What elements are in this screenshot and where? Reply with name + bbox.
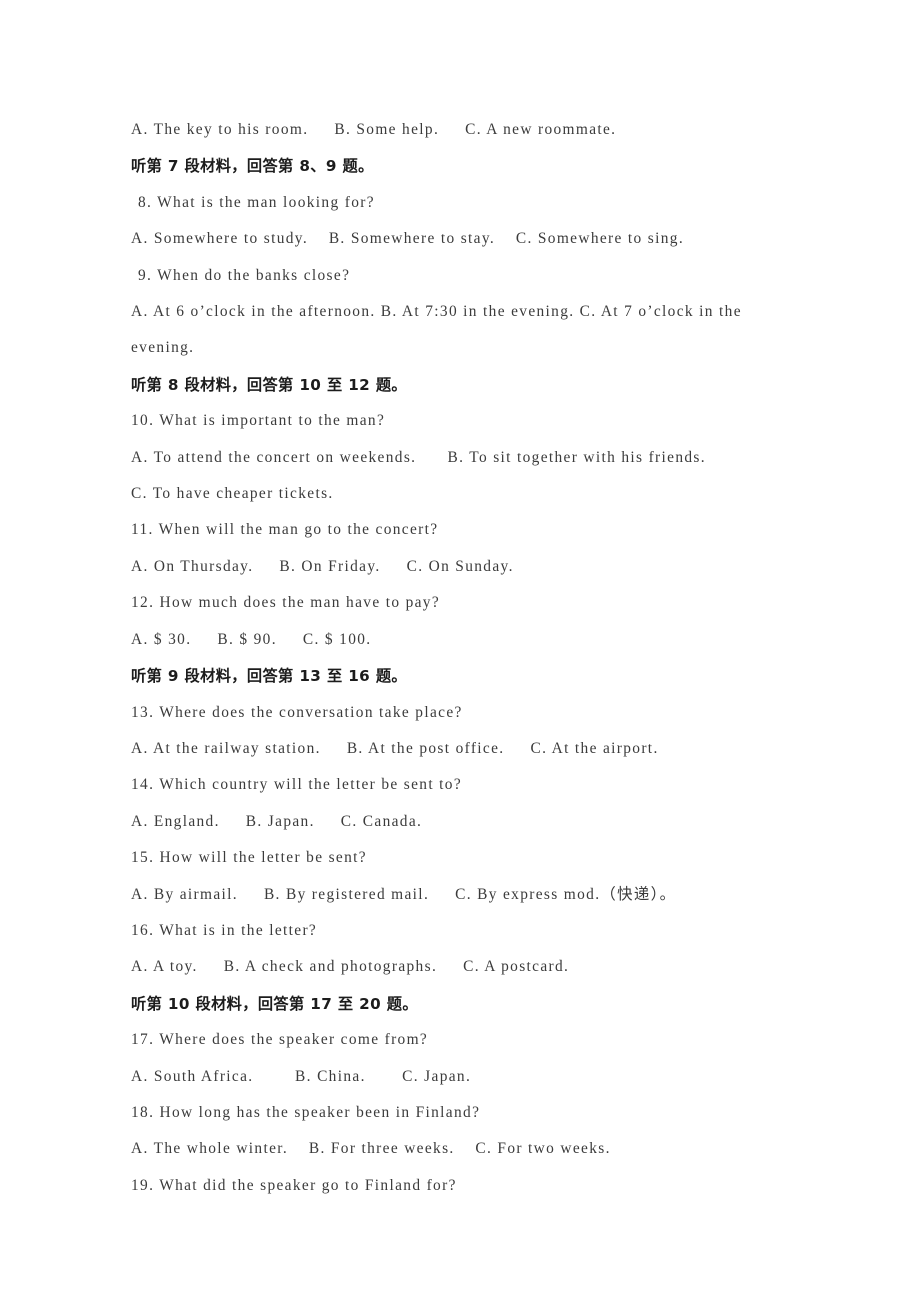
document-page: A. The key to his room. B. Some help. C.… (0, 0, 920, 1302)
answer-options-line: A. On Thursday. B. On Friday. C. On Sund… (131, 557, 514, 575)
exam-body: A. The key to his room. B. Some help. C.… (131, 112, 799, 1204)
answer-options-line: A. South Africa. B. China. C. Japan. (131, 1067, 472, 1085)
question-stem: 19. What did the speaker go to Finland f… (131, 1176, 457, 1194)
question-stem: 14. Which country will the letter be sen… (131, 776, 463, 794)
question-stem: 17. Where does the speaker come from? (131, 1031, 429, 1049)
question-stem: 9. When do the banks close? (138, 266, 351, 284)
question-stem: 11. When will the man go to the concert? (131, 521, 439, 539)
answer-options-line: C. To have cheaper tickets. (131, 485, 334, 503)
question-stem: 13. Where does the conversation take pla… (131, 703, 463, 721)
answer-options-line: A. The key to his room. B. Some help. C.… (131, 121, 617, 138)
answer-options-line: A. $ 30. B. $ 90. C. $ 100. (131, 630, 372, 648)
listening-section-header: 听第 9 段材料，回答第 13 至 16 题。 (131, 667, 408, 686)
question-stem: 18. How long has the speaker been in Fin… (131, 1103, 481, 1121)
answer-options-line: A. England. B. Japan. C. Canada. (131, 812, 423, 830)
question-stem: 15. How will the letter be sent? (131, 849, 367, 867)
answer-options-line: A. To attend the concert on weekends. B.… (131, 448, 706, 466)
question-stem: 16. What is in the letter? (131, 921, 318, 939)
question-stem: 12. How much does the man have to pay? (131, 594, 441, 612)
answer-options-line: A. At 6 o’clock in the afternoon. B. At … (131, 303, 748, 357)
question-stem: 10. What is important to the man? (131, 412, 386, 430)
answer-options-line: A. The whole winter. B. For three weeks.… (131, 1140, 611, 1158)
question-stem: 8. What is the man looking for? (138, 193, 375, 211)
listening-section-header: 听第 10 段材料，回答第 17 至 20 题。 (131, 994, 418, 1013)
answer-options-line: A. Somewhere to study. B. Somewhere to s… (131, 230, 685, 248)
answer-options-line: A. At the railway station. B. At the pos… (131, 739, 659, 757)
answer-options-line: A. By airmail. B. By registered mail. C.… (131, 885, 677, 903)
listening-section-header: 听第 7 段材料，回答第 8、9 题。 (131, 157, 374, 176)
listening-section-header: 听第 8 段材料，回答第 10 至 12 题。 (131, 375, 408, 394)
answer-options-line: A. A toy. B. A check and photographs. C.… (131, 958, 570, 976)
